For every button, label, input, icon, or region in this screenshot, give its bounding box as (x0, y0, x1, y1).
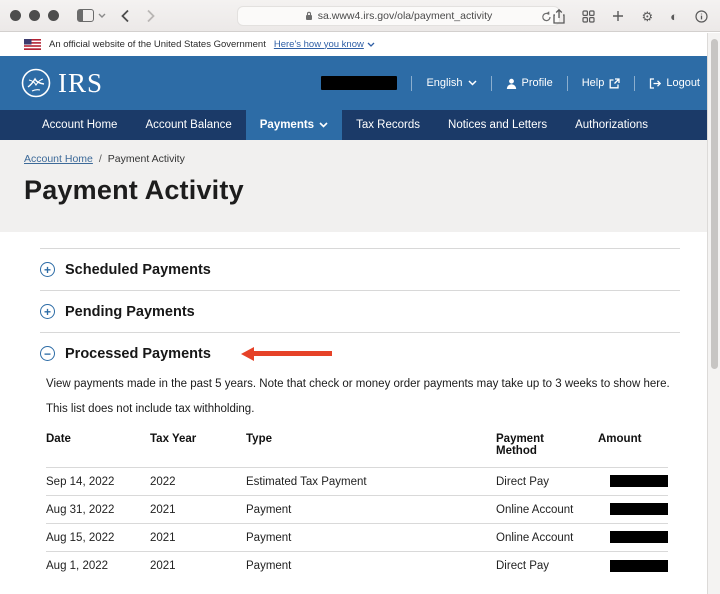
minus-circle-icon: − (40, 346, 55, 361)
sidebar-icon[interactable] (77, 9, 94, 22)
browser-toolbar: sa.www4.irs.gov/ola/payment_activity ⚙ ◐ (0, 0, 720, 32)
breadcrumb-separator: / (98, 153, 102, 165)
extensions-gear-icon[interactable]: ⚙ (641, 10, 653, 23)
breadcrumb-account-home-link[interactable]: Account Home (24, 153, 93, 165)
url-text: sa.www4.irs.gov/ola/payment_activity (317, 10, 493, 22)
how-you-know-link[interactable]: Here's how you know (274, 39, 375, 50)
col-header-tax-year: Tax Year (150, 433, 197, 445)
cell-tax-year: 2022 (150, 467, 246, 496)
back-icon[interactable] (120, 9, 130, 23)
cell-amount (598, 467, 668, 496)
main-content: + Scheduled Payments + Pending Payments … (0, 232, 720, 594)
info-icon[interactable] (695, 9, 708, 23)
cell-payment-method: Direct Pay (496, 551, 598, 580)
plus-circle-icon: + (40, 304, 55, 319)
col-header-payment-method: Payment Method (496, 433, 544, 457)
processed-note-2: This list does not include tax withholdi… (46, 403, 255, 415)
payments-table: Date Tax Year Type Payment Method Amount… (46, 431, 668, 580)
accordion-processed-payments[interactable]: − Processed Payments (40, 332, 680, 374)
primary-nav: Account Home Account Balance Payments Ta… (0, 110, 720, 140)
close-window-button[interactable] (10, 10, 21, 21)
maximize-window-button[interactable] (48, 10, 59, 21)
irs-logo[interactable]: IRS (20, 67, 103, 99)
redacted-amount (610, 503, 668, 516)
cell-tax-year: 2021 (150, 523, 246, 552)
cell-tax-year: 2021 (150, 495, 246, 524)
nav-account-balance[interactable]: Account Balance (131, 110, 245, 140)
irs-eagle-icon (20, 67, 52, 99)
irs-logo-text: IRS (58, 67, 104, 98)
contrast-icon[interactable]: ◐ (670, 10, 678, 23)
redacted-amount (610, 559, 668, 572)
us-flag-icon (24, 38, 41, 50)
cell-type: Payment (246, 523, 496, 552)
address-bar[interactable]: sa.www4.irs.gov/ola/payment_activity (237, 6, 560, 26)
cell-type: Payment (246, 495, 496, 524)
cell-type: Estimated Tax Payment (246, 467, 496, 496)
chevron-down-icon (468, 80, 477, 86)
usa-gov-banner: An official website of the United States… (0, 32, 720, 56)
nav-payments[interactable]: Payments (245, 110, 343, 140)
new-tab-icon[interactable] (612, 10, 624, 22)
table-row: Aug 31, 2022 2021 Payment Online Account (46, 495, 668, 524)
cell-date: Sep 14, 2022 (46, 467, 150, 496)
col-header-amount: Amount (598, 433, 642, 445)
cell-payment-method: Direct Pay (496, 467, 598, 496)
nav-tax-records[interactable]: Tax Records (342, 110, 434, 140)
minimize-window-button[interactable] (29, 10, 40, 21)
tab-overview-icon[interactable] (582, 9, 596, 23)
breadcrumb-current: Payment Activity (107, 153, 185, 165)
table-row: Sep 14, 2022 2022 Estimated Tax Payment … (46, 467, 668, 496)
title-band: Account Home / Payment Activity Payment … (0, 140, 720, 232)
annotation-arrow (240, 346, 332, 361)
cell-payment-method: Online Account (496, 495, 598, 524)
help-link[interactable]: Help (582, 77, 621, 89)
person-icon (506, 78, 516, 89)
chevron-down-icon (319, 122, 328, 128)
nav-authorizations[interactable]: Authorizations (561, 110, 662, 140)
redacted-amount (610, 531, 668, 544)
scrollbar-thumb[interactable] (711, 39, 718, 369)
chevron-down-icon[interactable] (98, 13, 106, 18)
profile-link[interactable]: Profile (506, 77, 553, 89)
irs-header: IRS English Profile Help Logout (0, 56, 720, 110)
gov-banner-text: An official website of the United States… (49, 38, 266, 50)
cell-amount (598, 495, 668, 524)
nav-account-home[interactable]: Account Home (28, 110, 131, 140)
redacted-username (321, 76, 398, 90)
cell-date: Aug 1, 2022 (46, 551, 150, 580)
logout-link[interactable]: Logout (649, 77, 700, 89)
accordion-scheduled-payments[interactable]: + Scheduled Payments (40, 248, 680, 290)
reload-icon[interactable] (541, 10, 552, 23)
col-header-date: Date (46, 433, 71, 445)
plus-circle-icon: + (40, 262, 55, 277)
cell-payment-method: Online Account (496, 523, 598, 552)
cell-date: Aug 31, 2022 (46, 495, 150, 524)
breadcrumb: Account Home / Payment Activity (24, 153, 720, 165)
col-header-type: Type (246, 433, 272, 445)
table-row: Aug 1, 2022 2021 Payment Direct Pay (46, 551, 668, 580)
cell-amount (598, 551, 668, 580)
chevron-down-icon (367, 42, 375, 47)
cell-amount (598, 523, 668, 552)
table-header-row: Date Tax Year Type Payment Method Amount (46, 431, 668, 468)
cell-type: Payment (246, 551, 496, 580)
accordion-pending-payments[interactable]: + Pending Payments (40, 290, 680, 332)
logout-icon (650, 77, 662, 89)
processed-note-1: View payments made in the past 5 years. … (46, 378, 670, 390)
forward-icon[interactable] (146, 9, 156, 23)
table-row: Aug 15, 2022 2021 Payment Online Account (46, 523, 668, 552)
redacted-amount (610, 475, 668, 488)
lock-icon (305, 11, 313, 21)
external-link-icon (609, 77, 620, 88)
cell-tax-year: 2021 (150, 551, 246, 580)
page-title: Payment Activity (24, 175, 244, 205)
page-scrollbar[interactable] (707, 33, 720, 594)
nav-notices-letters[interactable]: Notices and Letters (434, 110, 561, 140)
cell-date: Aug 15, 2022 (46, 523, 150, 552)
window-controls (10, 10, 59, 21)
share-icon[interactable] (553, 8, 566, 24)
browser-window: sa.www4.irs.gov/ola/payment_activity ⚙ ◐ (0, 0, 720, 594)
language-selector[interactable]: English (426, 77, 477, 89)
